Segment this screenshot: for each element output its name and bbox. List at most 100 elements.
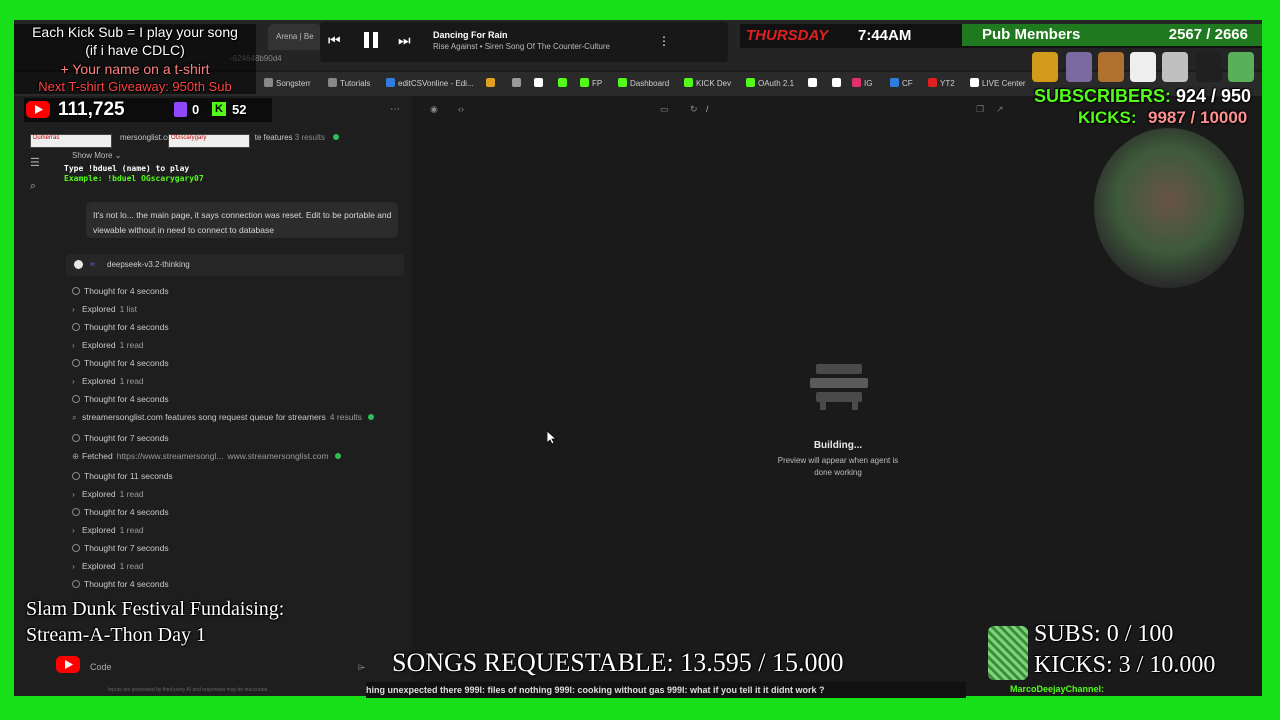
- chevron-right-icon: ›: [72, 304, 75, 314]
- bookmark-icon: [808, 78, 817, 87]
- bookmark-icon: [746, 78, 755, 87]
- thought-step[interactable]: Thought for 11 seconds: [72, 471, 173, 481]
- bookmark-item[interactable]: Songsterr: [264, 78, 311, 88]
- bookmark-label: IG: [864, 79, 873, 88]
- step-detail: 4 results: [329, 412, 362, 422]
- bookmark-label: Tutorials: [340, 79, 371, 88]
- step-label: Thought for 4 seconds: [84, 579, 169, 589]
- explored-step[interactable]: › Explored 1 read: [72, 340, 144, 350]
- pause-icon[interactable]: [360, 29, 382, 51]
- youtube-count: 111,725: [58, 99, 125, 120]
- bookmark-item[interactable]: [808, 78, 820, 88]
- bookmark-item[interactable]: Tutorials: [328, 78, 370, 88]
- now-playing-artist: Rise Against • Siren Song Of The Counter…: [433, 42, 610, 51]
- thought-step[interactable]: Thought for 4 seconds: [72, 286, 169, 296]
- bookmark-item[interactable]: IG: [852, 78, 872, 88]
- thought-step[interactable]: Thought for 7 seconds: [72, 543, 169, 553]
- bookmark-item[interactable]: [534, 78, 546, 88]
- send-icon[interactable]: ⌲: [358, 662, 365, 673]
- duel-user-card-2: OGscarygary: [168, 134, 250, 148]
- browser-tab[interactable]: Arena | Be: [268, 24, 322, 50]
- search-step[interactable]: ⌕ streamersonglist.com features song requ…: [72, 412, 374, 423]
- bookmark-item[interactable]: editCSVonline - Edi...: [386, 78, 474, 88]
- thought-step[interactable]: Thought for 4 seconds: [72, 394, 169, 404]
- merch-shirt-icon: [1098, 52, 1124, 82]
- bookmark-label: LIVE Center: [982, 79, 1026, 88]
- bookmark-item[interactable]: [486, 78, 498, 88]
- bookmark-item[interactable]: OAuth 2.1: [746, 78, 794, 88]
- monitor-icon[interactable]: ▭: [660, 104, 669, 115]
- refresh-icon[interactable]: ↻: [690, 104, 698, 115]
- chevron-right-icon: ›: [72, 489, 75, 499]
- building-title: Building...: [813, 440, 863, 451]
- preview-path[interactable]: /: [706, 104, 709, 114]
- goal-cup-icon: [988, 626, 1028, 680]
- globe-icon: ⊕: [72, 451, 80, 461]
- search-icon: ⌕: [72, 412, 77, 422]
- tshirt-promo: + Your name on a t-shirt: [60, 61, 210, 77]
- show-more-button[interactable]: Show More ⌄: [72, 151, 121, 160]
- ticker-channel: MarcoDeejayChannel:: [1010, 684, 1105, 694]
- merch-shirt-icon: [1196, 52, 1222, 82]
- code-tab[interactable]: Code: [90, 662, 112, 672]
- external-link-icon[interactable]: ↗: [996, 104, 1004, 115]
- bookmark-item[interactable]: [512, 78, 524, 88]
- explored-step[interactable]: › Explored 1 read: [72, 489, 144, 499]
- bookmark-item[interactable]: [832, 78, 844, 88]
- previous-track-icon[interactable]: ⏮: [328, 32, 341, 49]
- code-icon[interactable]: ‹›: [458, 104, 464, 114]
- search-header-count: 3 results: [294, 133, 325, 142]
- step-domain: www.streamersonglist.com: [227, 451, 329, 461]
- bookmark-label: CF: [902, 79, 913, 88]
- thought-step[interactable]: Thought for 7 seconds: [72, 433, 169, 443]
- bookmark-icon: [512, 78, 521, 87]
- thought-step[interactable]: Thought for 4 seconds: [72, 322, 169, 332]
- ticker-text: hing unexpected there 999l: files of not…: [366, 685, 825, 695]
- copy-icon[interactable]: ❐: [976, 104, 984, 115]
- step-label: Explored: [82, 561, 116, 571]
- more-icon[interactable]: ⋯: [390, 104, 400, 115]
- status-dot: [334, 453, 341, 459]
- step-detail: 1 list: [119, 304, 138, 314]
- bookmark-item[interactable]: CF: [890, 78, 913, 88]
- explored-step[interactable]: › Explored 1 read: [72, 561, 144, 571]
- step-label: streamersonglist.com features song reque…: [82, 412, 326, 422]
- bookmark-item[interactable]: KICK Dev: [684, 78, 731, 88]
- clock-icon: [72, 580, 80, 588]
- bookmark-item[interactable]: LIVE Center: [970, 78, 1026, 88]
- bookmark-label: YT2: [940, 79, 955, 88]
- eye-icon[interactable]: ◉: [430, 104, 438, 115]
- duel-user-card-1: Dumerras: [30, 134, 112, 148]
- step-label: Explored: [82, 304, 116, 314]
- bookmark-icon: [852, 78, 861, 87]
- step-label: Explored: [82, 340, 116, 350]
- bookmark-item[interactable]: YT2: [928, 78, 955, 88]
- chevron-right-icon: ›: [72, 525, 75, 535]
- merch-shirt-icon: [1228, 52, 1254, 82]
- list-icon[interactable]: ☰: [30, 156, 40, 169]
- search-icon[interactable]: ⌕: [30, 180, 36, 193]
- bookmark-item[interactable]: Dashboard: [618, 78, 669, 88]
- bookmark-item[interactable]: [558, 78, 570, 88]
- status-dot: [367, 414, 374, 420]
- bookmark-label: Songsterr: [276, 79, 311, 88]
- thought-step[interactable]: Thought for 4 seconds: [72, 579, 169, 589]
- more-options-icon[interactable]: ⋮: [658, 34, 670, 48]
- bookmark-icon: [328, 78, 337, 87]
- step-detail: https://www.streamersongl...: [116, 451, 224, 461]
- step-label: Thought for 7 seconds: [84, 543, 169, 553]
- explored-step[interactable]: › Explored 1 list: [72, 304, 137, 314]
- fetched-step[interactable]: ⊕ Fetched https://www.streamersongl... www.…: [72, 451, 341, 462]
- explored-step[interactable]: › Explored 1 read: [72, 525, 144, 535]
- status-dot: [333, 134, 340, 140]
- bookmark-item[interactable]: FP: [580, 78, 602, 88]
- thought-step[interactable]: Thought for 4 seconds: [72, 507, 169, 517]
- festival-subtitle: Stream-A-Thon Day 1: [26, 624, 206, 646]
- search-header-suffix: te features: [254, 133, 293, 142]
- kicks-label: KICKS:: [1078, 108, 1137, 127]
- thought-step[interactable]: Thought for 4 seconds: [72, 358, 169, 368]
- model-name: deepseek-v3.2-thinking: [107, 260, 190, 269]
- bookmark-icon: [890, 78, 899, 87]
- explored-step[interactable]: › Explored 1 read: [72, 376, 144, 386]
- next-track-icon[interactable]: ⏭: [398, 32, 411, 49]
